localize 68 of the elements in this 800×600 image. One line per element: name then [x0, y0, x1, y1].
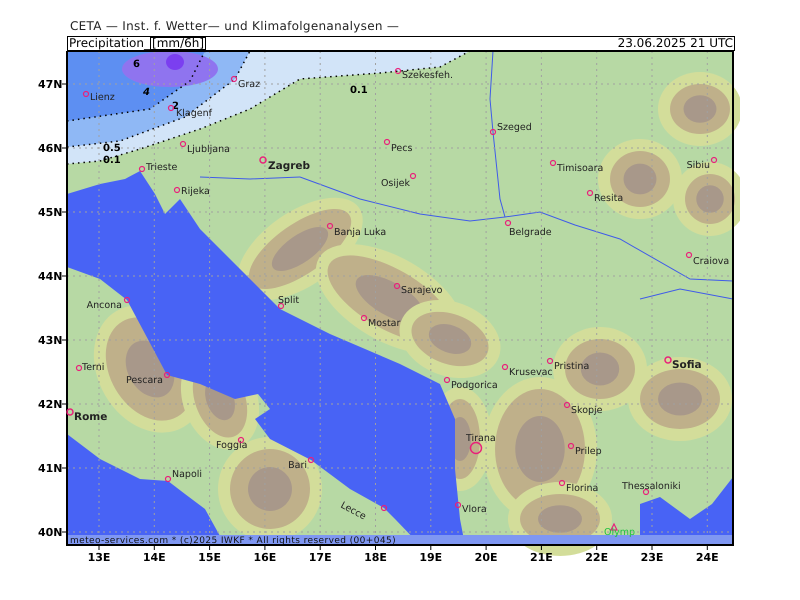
contour-label: 4 — [143, 87, 150, 98]
city-label: Ljubljana — [187, 144, 230, 155]
city-label: Pecs — [391, 143, 412, 154]
city-label: Podgorica — [451, 380, 498, 391]
city-label: Timisoara — [557, 163, 604, 174]
city-label: Pescara — [126, 375, 163, 386]
city-label: Bari — [288, 460, 307, 471]
city-label: Belgrade — [509, 227, 552, 238]
longitude-label: 22E — [585, 551, 608, 564]
city-label: Zagreb — [268, 160, 310, 172]
longitude-label: 23E — [640, 551, 664, 564]
city-label: Graz — [238, 79, 260, 90]
longitude-label: 13E — [88, 551, 110, 564]
header-title: CETA — Inst. f. Wetter— und Klimafolgenanalysen — — [70, 19, 400, 34]
contour-label: 6 — [133, 59, 140, 70]
city-label: Szekesfeh. — [402, 70, 454, 81]
longitude-label: 14E — [142, 551, 166, 564]
valid-time-label: 23.06.2025 21 UTC — [618, 37, 733, 50]
longitude-label: 20E — [474, 551, 498, 564]
city-label: Krusevac — [509, 367, 553, 378]
longitude-label: 18E — [364, 551, 387, 564]
latitude-label: 42N — [38, 398, 63, 411]
city-label: Tirana — [466, 433, 496, 444]
city-label: Mostar — [368, 318, 400, 329]
city-label: Osijek — [380, 178, 410, 189]
latitude-label: 46N — [38, 142, 63, 155]
city-label: Prilep — [575, 446, 602, 457]
latitude-label: 47N — [38, 78, 63, 91]
city-label: Rijeka — [181, 186, 210, 197]
city-label: Sibiu — [686, 160, 710, 171]
city-label: Lienz — [90, 92, 115, 103]
city-label: Napoli — [172, 469, 202, 480]
variable-label: Precipitation_ — [69, 37, 150, 50]
city-label: Resita — [594, 193, 624, 204]
longitude-label: 17E — [308, 551, 332, 564]
city-label: Florina — [566, 483, 598, 494]
city-label: Skopje — [571, 405, 603, 416]
city-label: Ancona — [86, 300, 122, 311]
city-label: Vlora — [462, 504, 487, 515]
city-label: Sarajevo — [401, 285, 442, 296]
longitude-label: 15E — [198, 551, 222, 564]
city-label: Craiova — [693, 256, 730, 267]
latitude-label: 44N — [38, 270, 63, 283]
city-label: Foggia — [216, 440, 248, 451]
city-label: Klagenf — [176, 108, 212, 119]
copyright-text: meteo-services.com * (c)2025 IWKF * All rights reserved (00+045) — [70, 536, 396, 546]
latitude-label: 45N — [38, 206, 63, 219]
city-label: Pristina — [554, 361, 590, 372]
city-label: Banja Luka — [334, 227, 386, 238]
city-label: Trieste — [146, 162, 178, 173]
latitude-label: 43N — [38, 334, 63, 347]
latitude-label: 40N — [38, 526, 63, 539]
longitude-label: 24E — [696, 551, 719, 564]
unit-label: [mm/6h] — [150, 37, 206, 50]
city-label: Thessaloniki — [622, 481, 681, 492]
city-label: Szeged — [497, 122, 532, 133]
city-label: Sofia — [672, 359, 702, 371]
city-label: Terni — [82, 362, 104, 373]
contour-label: 0.1 — [350, 85, 368, 96]
longitude-label: 16E — [253, 551, 276, 564]
city-label: Split — [278, 295, 300, 306]
city-label: Olymp — [604, 527, 636, 538]
latitude-label: 41N — [38, 462, 63, 475]
longitude-label: 19E — [419, 551, 442, 564]
contour-label: 0.5 — [103, 143, 121, 154]
city-label: Rome — [74, 411, 108, 423]
longitude-label: 21E — [530, 551, 553, 564]
contour-label: 0.1 — [103, 155, 121, 166]
